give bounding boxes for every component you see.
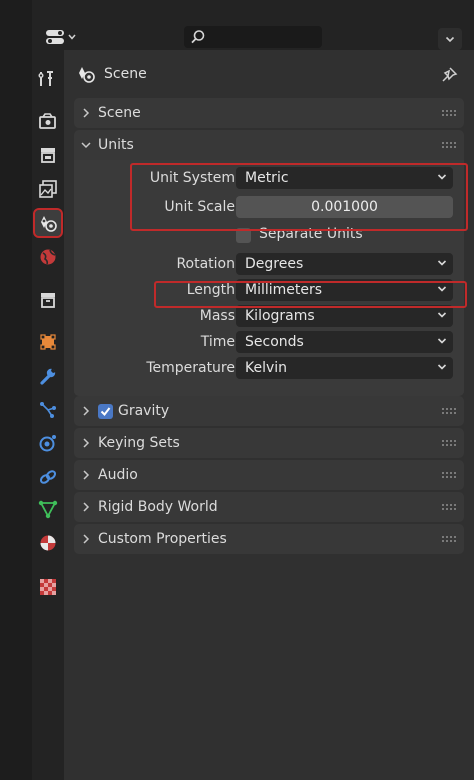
keying-sets-panel-header[interactable]: Keying Sets [74,428,464,458]
drag-grip-icon[interactable] [442,108,456,118]
data-tab[interactable] [35,496,61,522]
drag-grip-icon[interactable] [442,140,456,150]
audio-panel-title: Audio [98,467,138,483]
constraints-tab[interactable] [35,464,61,490]
tool-tab[interactable] [35,66,61,92]
render-tab[interactable] [35,108,61,134]
world-icon [40,249,56,265]
output-icon [41,148,55,163]
custom-properties-panel: Custom Properties [74,524,464,554]
mass-dropdown[interactable]: Kilograms [236,305,453,327]
collection-icon [41,293,55,308]
units-panel-header[interactable]: Units [74,130,464,160]
rotation-value: Degrees [245,256,304,272]
custom-properties-panel-header[interactable]: Custom Properties [74,524,464,554]
view-layer-tab[interactable] [35,176,61,202]
chevron-right-icon [83,534,90,544]
chevron-down-icon [67,34,76,40]
view-layer-icon [39,180,57,198]
time-dropdown[interactable]: Seconds [236,331,453,353]
particles-icon [40,402,56,418]
scene-panel-title: Scene [98,105,141,121]
rigid-body-world-panel-title: Rigid Body World [98,499,218,515]
tool-icon [38,71,53,86]
scene-panel: Scene [74,98,464,128]
texture-icon [40,579,56,595]
options-dropdown[interactable] [438,28,462,50]
constraints-icon [39,470,57,484]
drag-grip-icon[interactable] [442,438,456,448]
temperature-dropdown[interactable]: Kelvin [236,357,453,379]
texture-tab[interactable] [35,574,61,600]
chevron-down-icon [437,364,447,370]
modifier-tab[interactable] [35,363,61,389]
editor-type-button[interactable] [40,24,80,50]
rotation-label: Rotation [176,256,235,272]
audio-panel: Audio [74,460,464,490]
rotation-dropdown[interactable]: Degrees [236,253,453,275]
pin-button[interactable] [440,66,458,88]
wrench-icon [40,368,56,385]
output-tab[interactable] [35,142,61,168]
object-icon [40,334,56,350]
chevron-down-icon [437,260,447,266]
chevron-right-icon [83,470,90,480]
keying-sets-panel-title: Keying Sets [98,435,180,451]
collection-tab[interactable] [35,287,61,313]
scene-icon [41,216,57,232]
keying-sets-panel: Keying Sets [74,428,464,458]
chevron-right-icon [83,406,90,416]
gravity-panel: Gravity [74,396,464,426]
search-input[interactable] [184,26,322,48]
length-highlight [154,281,467,308]
gravity-checkbox[interactable] [98,403,113,419]
material-tab[interactable] [35,530,61,556]
scene-icon [79,67,95,83]
unit-system-scale-highlight [130,163,468,231]
particles-tab[interactable] [35,397,61,423]
left-dark-strip [0,0,32,780]
chevron-down-icon [81,142,91,149]
temperature-value: Kelvin [245,360,288,376]
property-tabs [32,50,64,780]
time-label: Time [200,334,235,350]
time-value: Seconds [245,334,304,350]
drag-grip-icon[interactable] [442,470,456,480]
rigid-body-world-panel: Rigid Body World [74,492,464,522]
chevron-right-icon [83,502,90,512]
mass-label: Mass [199,308,235,324]
drag-grip-icon[interactable] [442,534,456,544]
drag-grip-icon[interactable] [442,406,456,416]
properties-main: Scene Scene Units Unit System Metric Uni… [64,50,474,780]
render-icon [39,113,56,129]
temperature-label: Temperature [146,360,235,376]
scene-tab[interactable] [33,208,63,238]
gravity-panel-header[interactable]: Gravity [74,396,464,426]
pin-icon [442,67,458,82]
physics-icon [39,435,56,452]
object-tab[interactable] [35,329,61,355]
audio-panel-header[interactable]: Audio [74,460,464,490]
rigid-body-world-panel-header[interactable]: Rigid Body World [74,492,464,522]
mass-value: Kilograms [245,308,315,324]
chevron-down-icon [437,312,447,318]
units-panel-title: Units [98,137,134,153]
context-header: Scene [76,60,147,88]
drag-grip-icon[interactable] [442,502,456,512]
context-title: Scene [104,66,147,82]
chevron-right-icon [83,438,90,448]
material-icon [40,535,56,551]
chevron-down-icon [437,338,447,344]
physics-tab[interactable] [35,430,61,456]
gravity-panel-title: Gravity [118,403,170,419]
scene-panel-header[interactable]: Scene [74,98,464,128]
custom-properties-panel-title: Custom Properties [98,531,227,547]
chevron-right-icon [83,108,90,118]
world-tab[interactable] [35,244,61,270]
editor-type-icon [45,30,64,44]
chevron-down-icon [445,36,455,42]
search-icon [191,30,205,44]
vertex-data-icon [38,500,58,519]
checkmark-icon [100,406,111,416]
